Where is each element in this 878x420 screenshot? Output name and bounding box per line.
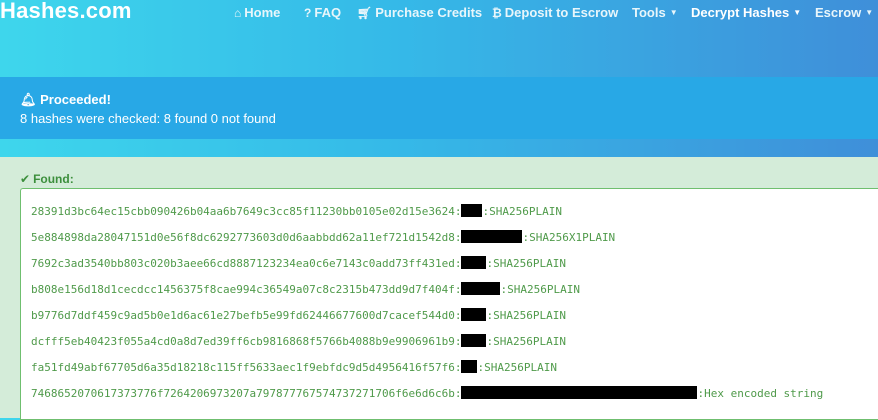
redacted-plaintext (461, 334, 487, 347)
result-hash: b808e156d18d1cecdcc1456375f8cae994c36549… (31, 283, 462, 296)
result-algo: :SHA256PLAIN (486, 257, 566, 270)
nav-faq-label: FAQ (314, 5, 342, 20)
result-algo: :SHA256PLAIN (486, 309, 566, 322)
nav-decrypt-hashes-label: Decrypt Hashes (691, 5, 790, 20)
nav-purchase-credits-label: Purchase Credits (375, 5, 483, 20)
home-icon: ⌂ (234, 6, 242, 20)
nav-home[interactable]: ⌂ Home (234, 5, 280, 20)
nav-purchase-credits[interactable]: 🛒︎ Purchase Credits (357, 5, 482, 20)
alert-message: 8 hashes were checked: 8 found 0 not fou… (20, 111, 276, 126)
redacted-plaintext (461, 282, 501, 295)
cart-icon: 🛒︎ (357, 6, 373, 20)
result-row: b808e156d18d1cecdcc1456375f8cae994c36549… (31, 282, 580, 297)
info-alert: 🔔︎ Proceeded! 8 hashes were checked: 8 f… (0, 77, 878, 139)
result-row: 7468652070617373776f7264206973207a797877… (31, 386, 823, 401)
result-algo: :SHA256PLAIN (477, 361, 557, 374)
nav-faq[interactable]: ? FAQ (304, 5, 341, 20)
result-row: 28391d3bc64ec15cbb090426b04aa6b7649c3cc8… (31, 204, 562, 219)
redacted-plaintext (461, 230, 523, 243)
redacted-plaintext (461, 308, 487, 321)
result-hash: b9776d7ddf459c9ad5b0e1d6ac61e27befb5e99f… (31, 309, 462, 322)
result-row: 7692c3ad3540bb803c020b3aee66cd8887123234… (31, 256, 566, 271)
nav-deposit-escrow[interactable]: ₿ Deposit to Escrow (492, 5, 618, 20)
question-icon: ? (304, 6, 312, 20)
result-hash: 28391d3bc64ec15cbb090426b04aa6b7649c3cc8… (31, 205, 462, 218)
result-row: b9776d7ddf459c9ad5b0e1d6ac61e27befb5e99f… (31, 308, 566, 323)
brand-logo[interactable]: Hashes.com (0, 0, 132, 24)
bitcoin-icon: ₿ (492, 6, 502, 20)
result-hash: fa51fd49abf67705d6a35d18218c115ff5633aec… (31, 361, 462, 374)
redacted-plaintext (461, 256, 487, 269)
nav-deposit-escrow-label: Deposit to Escrow (504, 5, 619, 20)
result-hash: 7468652070617373776f7264206973207a797877… (31, 387, 462, 400)
result-row: fa51fd49abf67705d6a35d18218c115ff5633aec… (31, 360, 557, 375)
result-algo: :Hex encoded string (697, 387, 824, 400)
found-label: ✔ Found: (20, 172, 74, 186)
nav-tools[interactable]: Tools ▼ (632, 5, 678, 20)
bell-icon: 🔔︎ (20, 92, 41, 107)
alert-title: 🔔︎ Proceeded! (20, 92, 111, 108)
caret-down-icon: ▼ (793, 8, 802, 17)
result-algo: :SHA256PLAIN (482, 205, 562, 218)
nav-escrow-label: Escrow (815, 5, 862, 20)
result-algo: :SHA256X1PLAIN (522, 231, 616, 244)
nav-tools-label: Tools (632, 5, 666, 20)
caret-down-icon: ▼ (669, 8, 678, 17)
check-icon: ✔ (20, 172, 31, 186)
result-hash: dcfff5eb40423f055a4cd0a8d7ed39ff6cb98168… (31, 335, 462, 348)
nav-decrypt-hashes[interactable]: Decrypt Hashes ▼ (691, 5, 801, 20)
result-hash: 7692c3ad3540bb803c020b3aee66cd8887123234… (31, 257, 462, 270)
result-row: dcfff5eb40423f055a4cd0a8d7ed39ff6cb98168… (31, 334, 566, 349)
redacted-plaintext (461, 386, 698, 399)
nav-home-label: Home (244, 5, 281, 20)
navbar: Hashes.com ⌂ Home ? FAQ 🛒︎ Purchase Credits… (0, 0, 878, 26)
found-label-text: Found: (33, 172, 74, 186)
result-algo: :SHA256PLAIN (500, 283, 580, 296)
alert-title-text: Proceeded! (40, 92, 111, 107)
nav-escrow[interactable]: Escrow ▼ (815, 5, 873, 20)
result-hash: 5e884898da28047151d0e56f8dc6292773603d0d… (31, 231, 462, 244)
caret-down-icon: ▼ (865, 8, 874, 17)
redacted-plaintext (461, 204, 483, 217)
redacted-plaintext (461, 360, 478, 373)
result-row: 5e884898da28047151d0e56f8dc6292773603d0d… (31, 230, 615, 245)
result-algo: :SHA256PLAIN (486, 335, 566, 348)
